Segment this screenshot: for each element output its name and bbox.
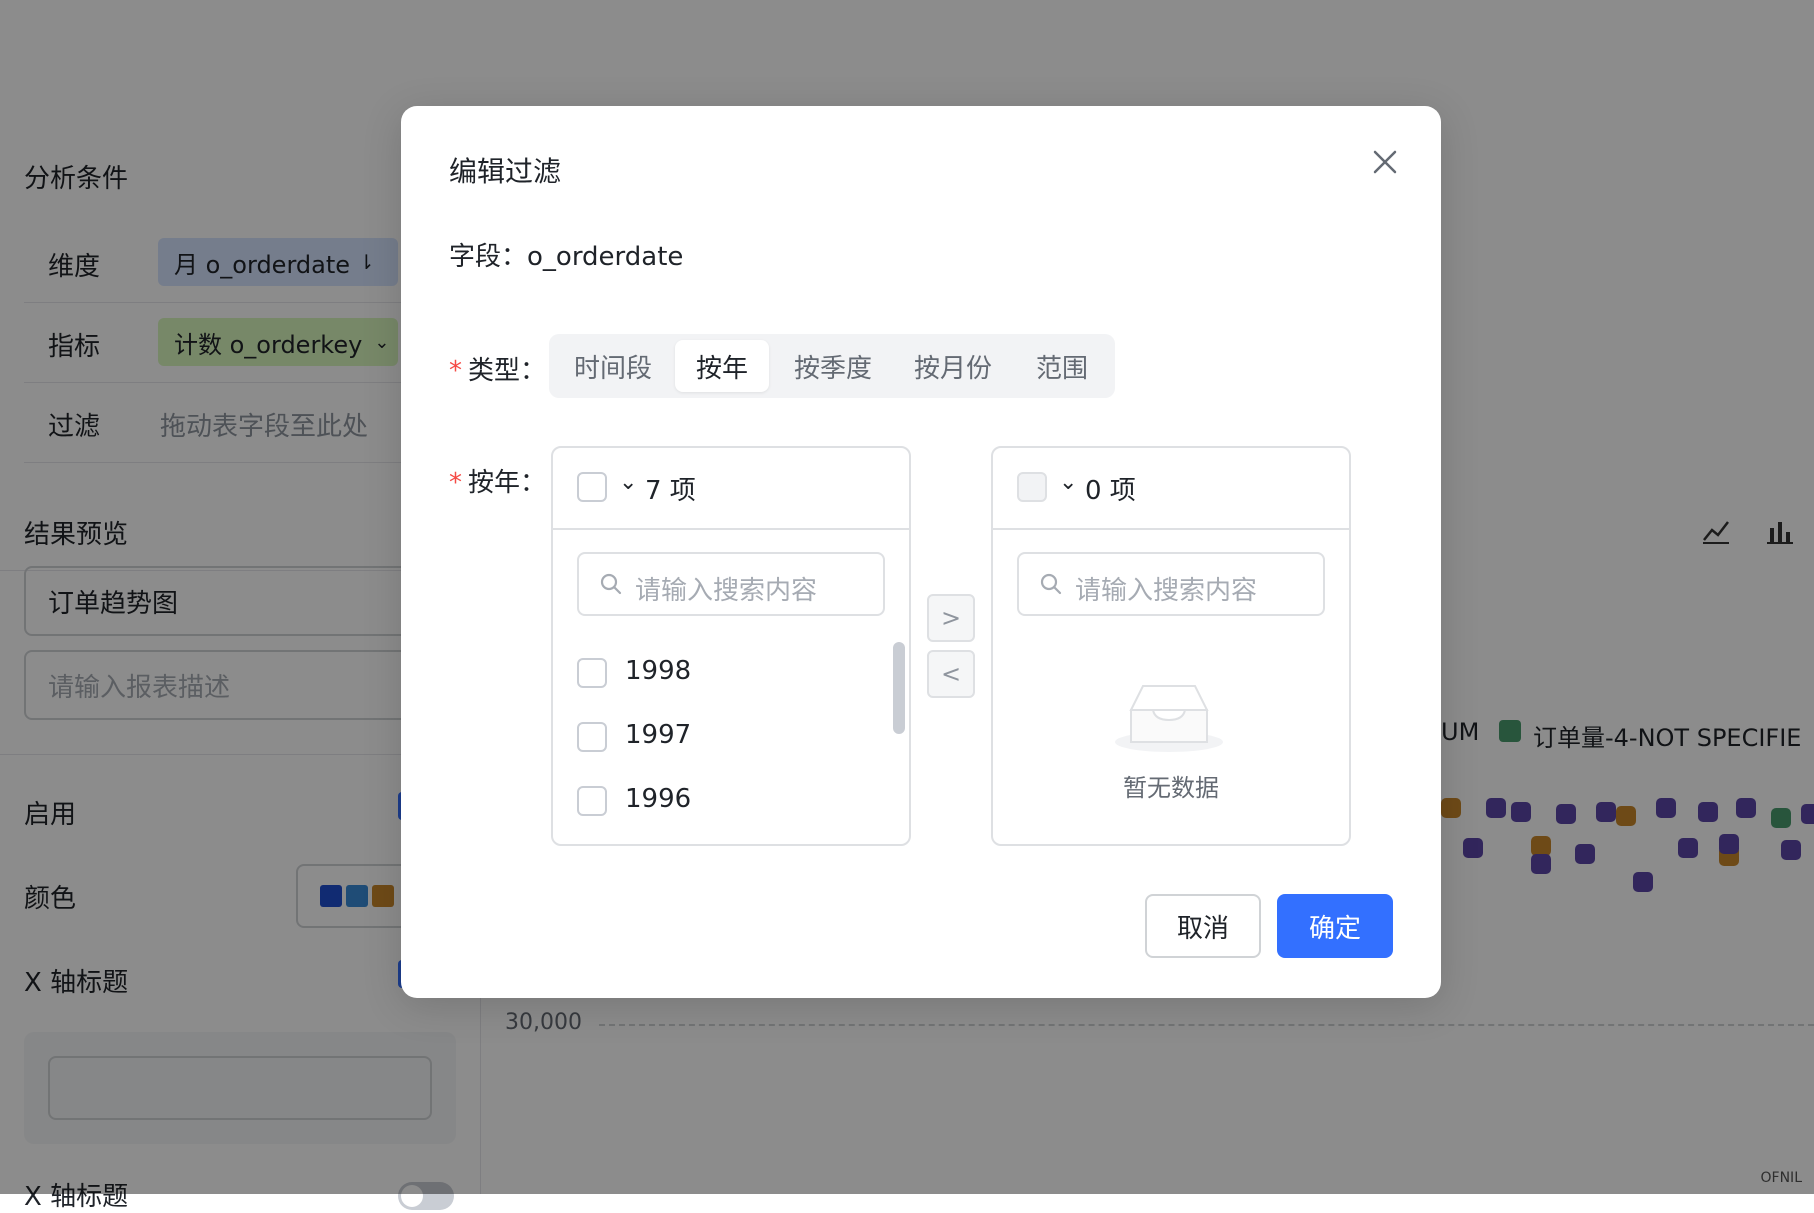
search-icon — [600, 573, 622, 595]
field-name: 字段：o_orderdate — [449, 242, 684, 272]
scrollbar-thumb[interactable] — [893, 642, 905, 734]
confirm-button[interactable]: 确定 — [1277, 894, 1393, 958]
tab-time-period[interactable]: 时间段 — [555, 340, 671, 392]
search-icon — [1040, 573, 1062, 595]
empty-inbox-icon — [1115, 685, 1223, 752]
move-right-button[interactable]: > — [927, 594, 975, 642]
search-input[interactable]: 请输入搜索内容 — [1017, 552, 1325, 616]
modal-title: 编辑过滤 — [449, 155, 562, 188]
required-mark: * — [449, 356, 462, 386]
chevron-left-icon: < — [940, 660, 962, 688]
tab-by-quarter[interactable]: 按季度 — [775, 340, 891, 392]
tab-range[interactable]: 范围 — [1015, 340, 1109, 392]
transfer-source-header: ⌄ 7 项 — [553, 448, 909, 530]
edit-filter-modal: 编辑过滤 字段：o_orderdate * 类型： 时间段 按年 按季度 按月份 … — [401, 106, 1441, 998]
cancel-button[interactable]: 取消 — [1145, 894, 1261, 958]
item-count: 7 项 — [645, 476, 696, 506]
year-label: * 按年： — [449, 468, 547, 498]
empty-text: 暂无数据 — [1123, 774, 1219, 802]
search-input[interactable]: 请输入搜索内容 — [577, 552, 885, 616]
close-icon[interactable] — [1367, 144, 1403, 180]
tab-by-year[interactable]: 按年 — [675, 340, 769, 392]
move-left-button[interactable]: < — [927, 650, 975, 698]
type-label: * 类型： — [449, 356, 547, 386]
item-label: 1998 — [625, 656, 692, 686]
item-label: 1996 — [625, 784, 692, 814]
tab-by-month[interactable]: 按月份 — [895, 340, 1011, 392]
required-mark: * — [449, 468, 462, 498]
item-checkbox[interactable] — [577, 786, 607, 816]
search-placeholder: 请输入搜索内容 — [1075, 576, 1258, 606]
transfer-source-panel: ⌄ 7 项 请输入搜索内容 1998 1997 1996 — [551, 446, 911, 846]
transfer-target-panel: ⌄ 0 项 请输入搜索内容 暂无数据 — [991, 446, 1351, 846]
transfer-target-header: ⌄ 0 项 — [993, 448, 1349, 530]
chevron-down-icon[interactable]: ⌄ — [619, 470, 637, 495]
select-all-checkbox[interactable] — [1017, 472, 1047, 502]
chevron-right-icon: > — [940, 604, 962, 632]
type-segmented-control: 时间段 按年 按季度 按月份 范围 — [549, 334, 1115, 398]
select-all-checkbox[interactable] — [577, 472, 607, 502]
chevron-down-icon[interactable]: ⌄ — [1059, 470, 1077, 495]
search-placeholder: 请输入搜索内容 — [635, 576, 818, 606]
item-checkbox[interactable] — [577, 722, 607, 752]
item-checkbox[interactable] — [577, 658, 607, 688]
item-label: 1997 — [625, 720, 692, 750]
item-count: 0 项 — [1085, 476, 1136, 506]
